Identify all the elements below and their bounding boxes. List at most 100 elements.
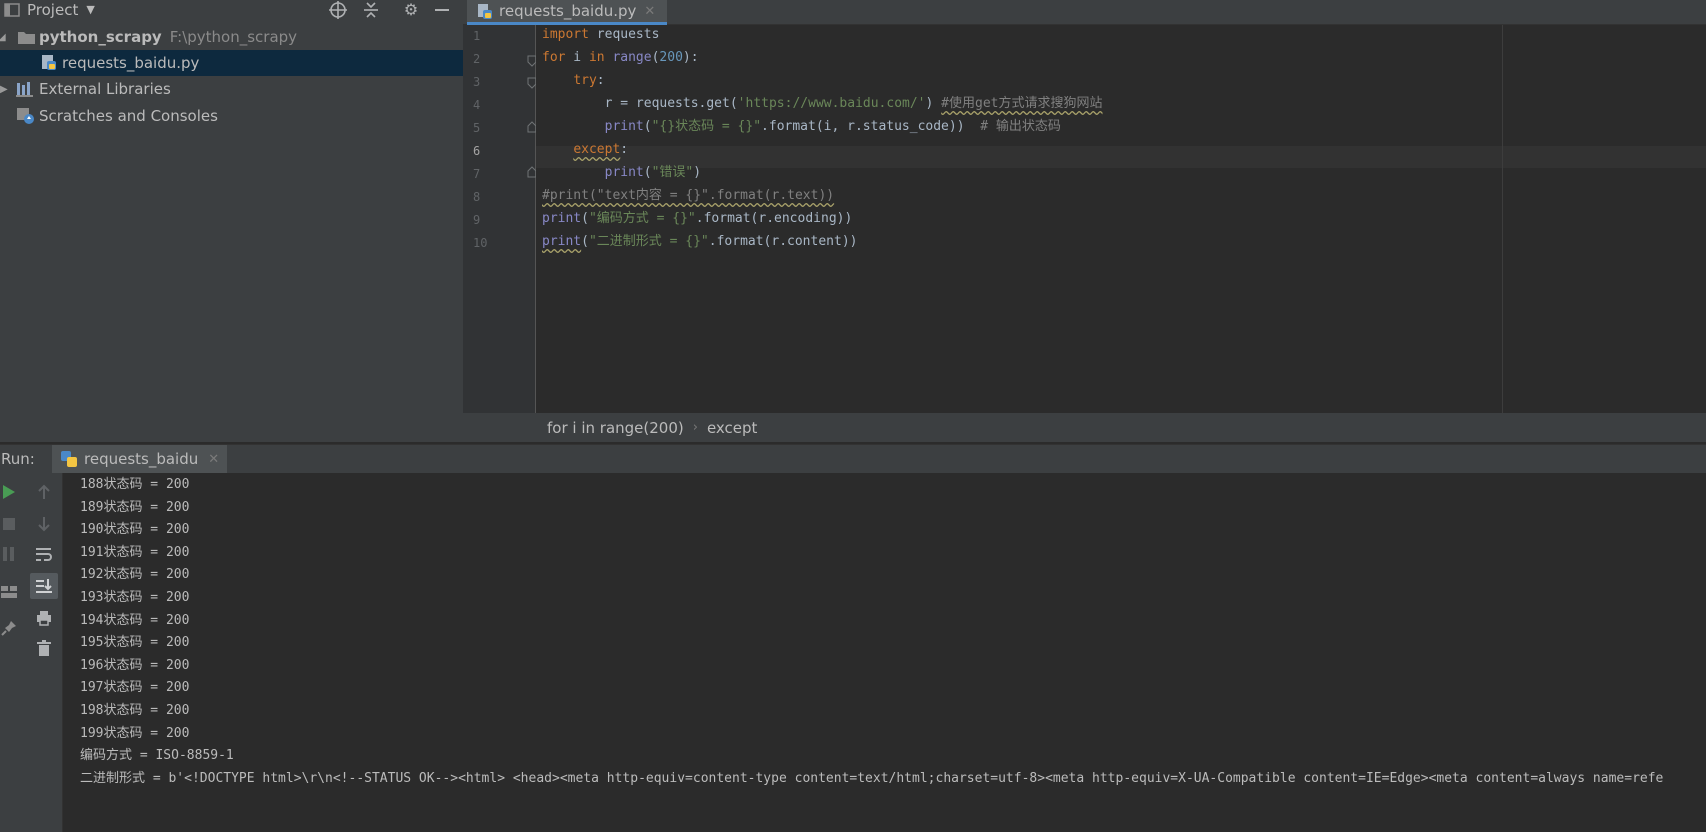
code-line[interactable]: print("编码方式 = {}".format(r.encoding)) <box>542 208 852 230</box>
line-number: 1 <box>473 29 481 43</box>
code-token: "二进制形式 = {}" <box>588 234 709 249</box>
tree-item-requests-baidu[interactable]: requests_baidu.py <box>0 50 463 76</box>
code-token: 'https://www.baidu.com/' <box>737 96 926 111</box>
code-line[interactable]: #print("text内容 = {}".format(r.text)) <box>542 185 834 207</box>
chevron-right-icon: › <box>692 420 698 435</box>
arrow-down-icon[interactable] <box>33 513 55 535</box>
code-token: except <box>573 142 621 157</box>
console-line: 198状态码 = 200 <box>80 703 190 718</box>
line-number: 8 <box>473 190 481 204</box>
code-token: ): <box>682 50 699 65</box>
code-line[interactable]: import requests <box>542 24 659 46</box>
scroll-to-end-icon[interactable] <box>30 573 58 599</box>
tree-root-name: python_scrapy <box>39 28 162 46</box>
editor-tab-label: requests_baidu.py <box>499 2 637 20</box>
library-icon <box>16 81 34 101</box>
breadcrumb-item-except[interactable]: except <box>707 419 757 437</box>
run-tab-requests-baidu[interactable]: requests_baidu ✕ <box>52 445 228 473</box>
chevron-down-icon[interactable]: ▼ <box>86 3 94 16</box>
code-token: in <box>588 50 605 65</box>
editor-gutter: 1 2 3 4 5 6 7 8 9 10 <box>463 25 537 413</box>
chevron-down-icon[interactable]: ◢ <box>0 32 6 43</box>
python-icon <box>60 450 78 468</box>
pin-icon[interactable] <box>0 619 18 637</box>
code-token: requests <box>588 27 660 42</box>
python-file-icon <box>477 3 493 20</box>
tree-external-libraries-label: External Libraries <box>39 80 171 98</box>
console-line: 191状态码 = 200 <box>80 544 190 560</box>
collapse-all-icon[interactable] <box>359 0 383 19</box>
code-token: "错误" <box>651 165 694 180</box>
code-token: try <box>573 73 597 88</box>
code-line[interactable]: print("错误") <box>542 162 701 184</box>
stop-icon[interactable] <box>0 515 18 533</box>
code-token: #print("text内容 = {}".format(r.text)) <box>542 188 835 203</box>
code-token: "{}状态码 = {}" <box>651 119 762 134</box>
tree-item-scratches[interactable]: Scratches and Consoles <box>0 103 463 129</box>
arrow-up-icon[interactable] <box>33 481 55 503</box>
project-view-icon[interactable] <box>2 0 22 19</box>
code-token: 200 <box>659 50 683 65</box>
code-token: .format(r.content)) <box>708 234 858 249</box>
tree-item-root[interactable]: ◢ python_scrapy F:\python_scrapy <box>0 24 463 50</box>
console-line: 197状态码 = 200 <box>80 680 190 696</box>
run-toolbar-left <box>0 473 27 832</box>
breadcrumb-item-for[interactable]: for i in range(200) <box>547 419 684 437</box>
code-line[interactable]: r = requests.get('https://www.baidu.com/… <box>542 93 1103 115</box>
close-icon[interactable]: ✕ <box>208 452 219 467</box>
run-tab-label: requests_baidu <box>84 450 199 468</box>
line-number: 3 <box>473 75 481 89</box>
console-output[interactable]: 188状态码 = 200 189状态码 = 200 190状态码 = 200 191状… <box>63 473 1706 832</box>
line-number: 5 <box>473 121 481 135</box>
right-margin-guide <box>1502 25 1503 413</box>
chevron-right-icon[interactable]: ▶ <box>0 84 8 95</box>
editor-tab-bar: requests_baidu.py ✕ <box>463 0 1706 25</box>
code-token: .format(r.encoding)) <box>695 211 853 226</box>
console-line: 189状态码 = 200 <box>80 499 190 515</box>
pause-icon[interactable] <box>0 545 18 563</box>
line-number: 6 <box>473 144 481 158</box>
code-token: print <box>542 211 582 226</box>
console-line: 193状态码 = 200 <box>80 590 190 605</box>
code-token: for <box>542 50 566 65</box>
tree-item-external-libraries[interactable]: ▶ External Libraries <box>0 76 463 102</box>
console-line: 194状态码 = 200 <box>80 612 190 628</box>
layout-icon[interactable] <box>0 583 18 601</box>
rerun-icon[interactable] <box>0 483 18 501</box>
minimize-icon[interactable] <box>430 0 454 19</box>
line-number: 9 <box>473 213 481 227</box>
project-panel-title[interactable]: Project <box>27 1 78 19</box>
code-line[interactable]: print("二进制形式 = {}".format(r.content)) <box>542 231 857 253</box>
tree-root-path: F:\python_scrapy <box>169 28 298 46</box>
code-line[interactable]: for i in range(200): <box>542 47 699 69</box>
code-token: ) <box>693 165 702 180</box>
code-token: print <box>542 234 582 249</box>
project-panel-header: Project ▼ ⚙ <box>0 0 463 19</box>
close-icon[interactable]: ✕ <box>644 4 655 19</box>
code-token: r = requests.get( <box>542 96 738 111</box>
soft-wrap-icon[interactable] <box>33 543 55 565</box>
print-icon[interactable] <box>33 607 55 629</box>
code-token: ) <box>925 96 942 111</box>
code-token: : <box>596 73 605 88</box>
code-line[interactable]: try: <box>542 70 605 92</box>
gear-icon[interactable]: ⚙ <box>399 0 423 19</box>
code-token: ( <box>581 234 589 249</box>
code-token: print <box>604 165 644 180</box>
project-panel: Project ▼ ⚙ ◢ python_scrapy F:\python_sc… <box>0 0 463 442</box>
code-token: i <box>565 50 589 65</box>
console-line: 199状态码 = 200 <box>80 725 190 741</box>
code-token: import <box>542 27 589 42</box>
run-label: Run: <box>1 450 35 468</box>
console-line: 190状态码 = 200 <box>80 522 190 538</box>
code-line[interactable]: print("{}状态码 = {}".format(i, r.status_co… <box>542 116 1061 138</box>
console-line: 二进制形式 = b'<!DOCTYPE html>\r\n<!--STATUS … <box>80 770 1664 786</box>
code-line[interactable]: except: <box>542 139 628 161</box>
trash-icon[interactable] <box>33 637 55 659</box>
editor-tab-requests-baidu[interactable]: requests_baidu.py ✕ <box>467 0 668 25</box>
folder-icon <box>18 30 35 48</box>
locate-icon[interactable] <box>326 0 350 19</box>
code-token: .format(i, r.status_code)) <box>761 119 981 134</box>
